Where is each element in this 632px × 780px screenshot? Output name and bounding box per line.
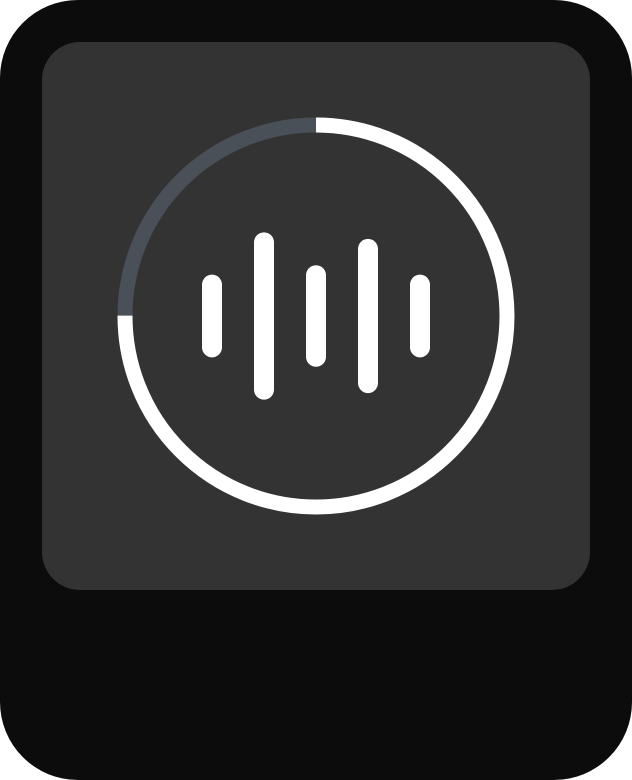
voice-record-button[interactable] [42, 42, 590, 590]
waveform-bar [410, 274, 430, 358]
waveform-bar [358, 238, 378, 394]
waveform-icon [202, 232, 430, 400]
waveform-bar [254, 232, 274, 400]
device-frame [0, 0, 632, 780]
voice-card [42, 42, 590, 590]
waveform-bar [202, 274, 222, 358]
waveform-bar [306, 265, 326, 367]
